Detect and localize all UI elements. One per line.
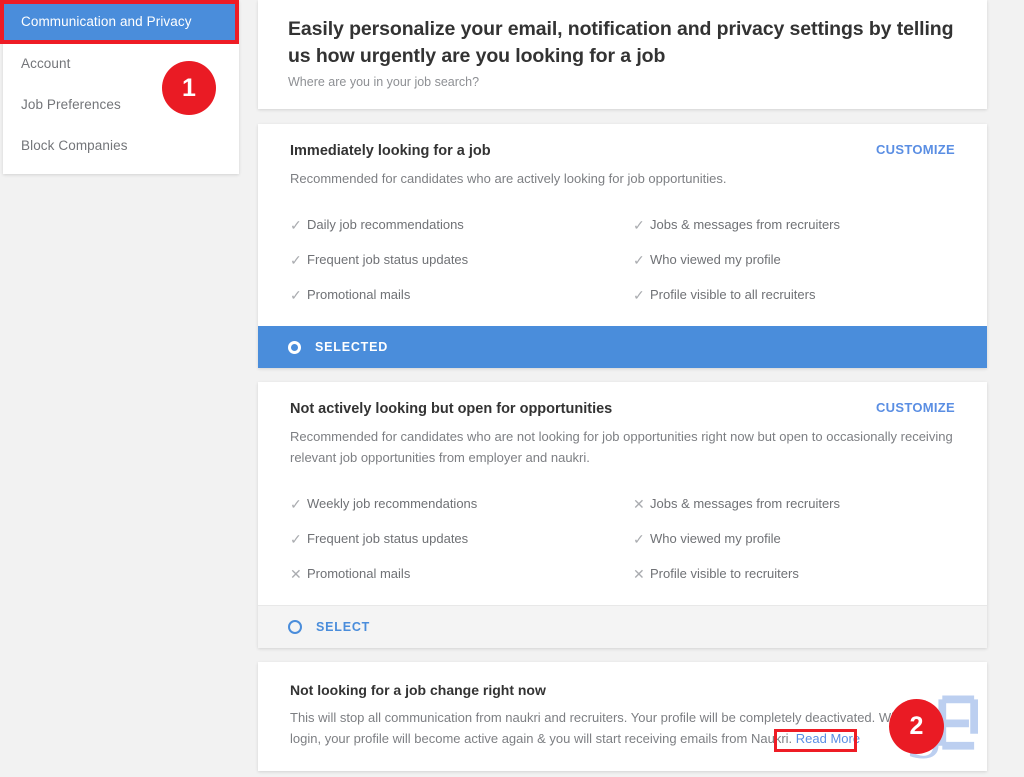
feature-item: ✓ Who viewed my profile xyxy=(633,531,955,546)
sidebar-header-label: Communication and Privacy xyxy=(21,14,192,29)
option-title: Not actively looking but open for opport… xyxy=(290,401,613,417)
feature-item: ✕ Jobs & messages from recruiters xyxy=(633,496,955,511)
feature-label: Profile visible to all recruiters xyxy=(650,287,816,302)
option-feature-grid: ✓ Daily job recommendations ✓ Jobs & mes… xyxy=(290,217,955,316)
feature-item: ✓ Who viewed my profile xyxy=(633,252,955,267)
cross-icon: ✕ xyxy=(290,565,302,582)
feature-item: ✓ Daily job recommendations xyxy=(290,217,633,232)
customize-link[interactable]: CUSTOMIZE xyxy=(876,400,955,415)
feature-label: Jobs & messages from recruiters xyxy=(650,496,841,511)
option-card-body: Immediately looking for a job CUSTOMIZE … xyxy=(258,124,987,326)
customize-link[interactable]: CUSTOMIZE xyxy=(876,142,955,157)
cross-icon: ✕ xyxy=(633,495,645,512)
option-title: Immediately looking for a job xyxy=(290,143,491,159)
deactivate-card[interactable]: Not looking for a job change right now T… xyxy=(258,662,987,773)
feature-label: Frequent job status updates xyxy=(307,531,469,546)
check-icon: ✓ xyxy=(290,495,302,512)
feature-label: Jobs & messages from recruiters xyxy=(650,217,841,232)
cross-icon: ✕ xyxy=(633,565,645,582)
sidebar-item-label: Account xyxy=(21,56,71,71)
feature-item: ✓ Frequent job status updates xyxy=(290,531,633,546)
annotation-badge-2: 2 xyxy=(889,699,944,754)
page-title: Easily personalize your email, notificat… xyxy=(288,18,954,67)
feature-label: Profile visible to recruiters xyxy=(650,566,799,581)
feature-item: ✓ Promotional mails xyxy=(290,287,633,302)
page-root: Communication and Privacy Account Job Pr… xyxy=(0,0,1024,773)
check-icon: ✓ xyxy=(290,286,302,303)
check-icon: ✓ xyxy=(290,530,302,547)
option-feature-grid: ✓ Weekly job recommendations ✕ Jobs & me… xyxy=(290,496,955,595)
option-state-label: SELECT xyxy=(316,620,371,634)
radio-unselected-icon xyxy=(288,620,302,634)
feature-item: ✕ Promotional mails xyxy=(290,566,633,581)
check-icon: ✓ xyxy=(633,286,645,303)
check-icon: ✓ xyxy=(633,216,645,233)
page-subtitle: Where are you in your job search? xyxy=(288,75,480,89)
feature-label: Weekly job recommendations xyxy=(307,496,478,511)
feature-item: ✓ Frequent job status updates xyxy=(290,252,633,267)
sidebar-item-label: Block Companies xyxy=(21,138,128,153)
annotation-badge-1: 1 xyxy=(162,61,216,115)
feature-item: ✓ Weekly job recommendations xyxy=(290,496,633,511)
radio-selected-icon xyxy=(288,340,301,354)
sidebar-item-label: Job Preferences xyxy=(21,97,121,112)
deactivate-description: This will stop all communication from na… xyxy=(290,707,955,749)
check-icon: ✓ xyxy=(290,216,302,233)
option-description: Recommended for candidates who are not l… xyxy=(290,429,953,465)
option-description: Recommended for candidates who are activ… xyxy=(290,171,727,186)
intro-card: Easily personalize your email, notificat… xyxy=(258,0,987,109)
option-state-label: SELECTED xyxy=(315,340,389,354)
read-more-link[interactable]: Read More xyxy=(796,731,860,746)
feature-item: ✕ Profile visible to recruiters xyxy=(633,566,955,581)
annotation-badge-number: 2 xyxy=(909,712,924,740)
check-icon: ✓ xyxy=(633,530,645,547)
feature-label: Promotional mails xyxy=(307,566,411,581)
option-selected-bar[interactable]: SELECTED xyxy=(258,326,987,368)
feature-label: Daily job recommendations xyxy=(307,217,464,232)
sidebar-item-block-companies[interactable]: Block Companies xyxy=(3,125,239,166)
feature-item: ✓ Jobs & messages from recruiters xyxy=(633,217,955,232)
feature-label: Frequent job status updates xyxy=(307,252,469,267)
option-card-immediately-looking[interactable]: Immediately looking for a job CUSTOMIZE … xyxy=(258,124,987,368)
option-card-body: Not actively looking but open for opport… xyxy=(258,382,987,605)
deactivate-title: Not looking for a job change right now xyxy=(290,682,546,698)
option-select-bar[interactable]: SELECT xyxy=(258,605,987,648)
option-card-not-actively-looking[interactable]: Not actively looking but open for opport… xyxy=(258,382,987,648)
sidebar-item-communication-and-privacy[interactable]: Communication and Privacy xyxy=(3,0,239,43)
feature-label: Promotional mails xyxy=(307,287,411,302)
annotation-badge-number: 1 xyxy=(182,73,196,102)
feature-item: ✓ Profile visible to all recruiters xyxy=(633,287,955,302)
check-icon: ✓ xyxy=(633,251,645,268)
feature-label: Who viewed my profile xyxy=(650,252,781,267)
feature-label: Who viewed my profile xyxy=(650,531,781,546)
check-icon: ✓ xyxy=(290,251,302,268)
main-content: Easily personalize your email, notificat… xyxy=(258,0,987,773)
